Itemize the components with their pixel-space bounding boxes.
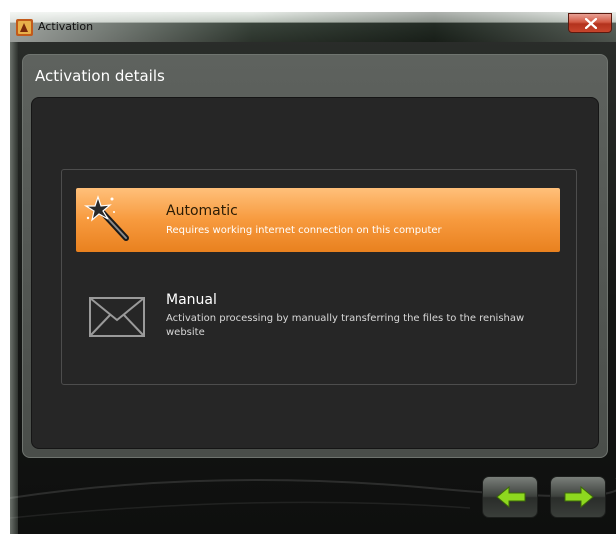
next-button[interactable] xyxy=(550,476,606,518)
activation-details-panel: Activation details Automatic Requires wo… xyxy=(22,54,608,458)
arrow-right-icon xyxy=(564,485,594,509)
arrow-left-icon xyxy=(496,485,526,509)
title-bar-glass xyxy=(10,12,616,42)
option-automatic[interactable]: Automatic Requires working internet conn… xyxy=(76,188,560,252)
activation-options-group: Automatic Requires working internet conn… xyxy=(61,169,577,385)
option-manual[interactable]: Manual Activation processing by manually… xyxy=(76,278,560,362)
option-automatic-description: Requires working internet connection on … xyxy=(166,225,442,236)
option-manual-description: Activation processing by manually transf… xyxy=(166,313,525,338)
option-automatic-title: Automatic xyxy=(166,203,238,219)
close-button[interactable] xyxy=(568,13,612,33)
back-button[interactable] xyxy=(482,476,538,518)
envelope-icon xyxy=(89,297,145,337)
close-icon xyxy=(585,18,597,29)
panel-title: Activation details xyxy=(35,67,165,85)
option-manual-title: Manual xyxy=(166,292,217,308)
title-bar[interactable]: Activation xyxy=(10,12,616,42)
magic-wand-icon xyxy=(83,195,129,241)
window-title: Activation xyxy=(38,20,94,33)
activation-window: Activation Activation details Automatic xyxy=(10,12,616,534)
app-icon xyxy=(16,19,33,36)
